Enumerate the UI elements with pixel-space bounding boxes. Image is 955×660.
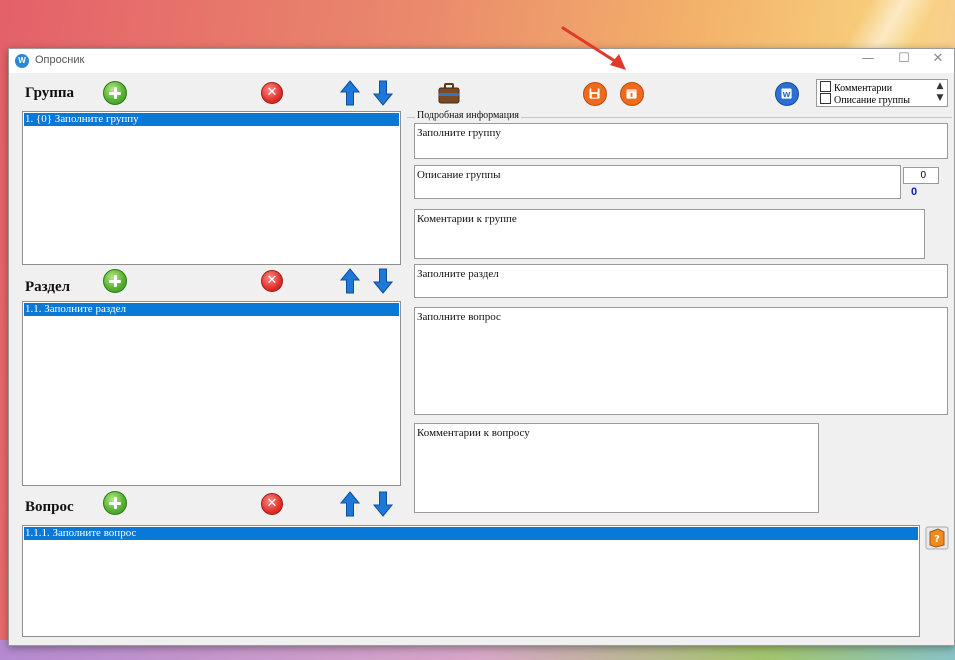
add-question-button[interactable] (103, 491, 127, 515)
window-content: Группа ✕ 1. {0} Заполните группу Раздел … (9, 73, 954, 645)
details-groupbox-title: Подробная информация (415, 110, 522, 121)
delete-icon: ✕ (266, 273, 278, 288)
question-text-field[interactable]: Заполните вопрос (414, 307, 948, 415)
delete-section-button[interactable]: ✕ (261, 270, 283, 292)
move-group-up-button[interactable] (340, 80, 360, 106)
briefcase-button[interactable] (437, 81, 461, 105)
question-comment-field[interactable]: Комментарии к вопросу (414, 423, 819, 513)
counter-label: 0 (911, 186, 918, 198)
arrow-up-icon (340, 80, 360, 106)
group-description-checkbox-label: Описание группы (834, 95, 910, 106)
annotation-arrow-icon (561, 26, 626, 70)
arrow-down-icon (373, 80, 393, 106)
group-label: Группа (25, 85, 75, 101)
maximize-button[interactable]: ☐ (889, 51, 919, 71)
svg-text:?: ? (934, 534, 940, 545)
section-list-item[interactable]: 1.1. Заполните раздел (24, 303, 399, 316)
scroll-up-icon[interactable]: ▲ (935, 81, 945, 92)
group-comment-field[interactable]: Коментарии к группе (414, 209, 925, 259)
add-section-button[interactable] (103, 269, 127, 293)
move-group-down-button[interactable] (373, 80, 393, 106)
window-title: Опросник (35, 54, 85, 66)
checkbox-box[interactable] (820, 81, 831, 92)
export-icon (626, 89, 637, 99)
group-list-item[interactable]: 1. {0} Заполните группу (24, 113, 399, 126)
group-list[interactable]: 1. {0} Заполните группу (22, 111, 401, 265)
checkbox-box[interactable] (820, 93, 831, 104)
group-name-field[interactable]: Заполните группу (414, 123, 948, 159)
question-list[interactable]: 1.1.1. Заполните вопрос (22, 525, 920, 637)
arrow-up-icon (340, 491, 360, 517)
minimize-button[interactable]: — (853, 51, 883, 71)
delete-icon: ✕ (266, 85, 278, 100)
section-label: Раздел (25, 279, 71, 295)
options-checklist[interactable]: Комментарии Описание группы ▲ ▼ (816, 79, 948, 107)
move-section-up-button[interactable] (340, 268, 360, 294)
word-icon: W (781, 88, 792, 99)
group-description-checkbox[interactable]: Описание группы (820, 93, 910, 106)
move-question-down-button[interactable] (373, 491, 393, 517)
help-button[interactable]: ? (925, 526, 949, 550)
svg-text:W: W (782, 90, 790, 99)
group-description-field[interactable]: Описание группы (414, 165, 901, 199)
question-label: Вопрос (25, 499, 74, 515)
delete-question-button[interactable]: ✕ (261, 493, 283, 515)
app-window: W Опросник — ☐ ✕ Группа ✕ 1. {0} Заполни… (8, 48, 955, 646)
scroll-down-icon[interactable]: ▼ (935, 93, 945, 104)
export-button[interactable] (620, 82, 644, 106)
wallpaper-light-streak (820, 0, 955, 50)
app-logo-icon: W (15, 54, 29, 68)
counter-input[interactable]: 0 (903, 167, 939, 184)
close-button[interactable]: ✕ (923, 51, 953, 71)
section-list[interactable]: 1.1. Заполните раздел (22, 301, 401, 486)
arrow-down-icon (373, 491, 393, 517)
save-icon (589, 88, 600, 99)
question-list-item[interactable]: 1.1.1. Заполните вопрос (24, 527, 918, 540)
section-name-field[interactable]: Заполните раздел (414, 264, 948, 298)
help-book-icon: ? (925, 526, 949, 550)
save-button[interactable] (583, 82, 607, 106)
add-group-button[interactable] (103, 81, 127, 105)
comments-checkbox[interactable]: Комментарии (820, 81, 892, 94)
delete-group-button[interactable]: ✕ (261, 82, 283, 104)
move-question-up-button[interactable] (340, 491, 360, 517)
briefcase-icon (438, 83, 460, 104)
arrow-down-icon (373, 268, 393, 294)
title-bar[interactable]: W Опросник — ☐ ✕ (9, 49, 954, 73)
delete-icon: ✕ (266, 496, 278, 511)
move-section-down-button[interactable] (373, 268, 393, 294)
export-word-button[interactable]: W (775, 82, 799, 106)
arrow-up-icon (340, 268, 360, 294)
